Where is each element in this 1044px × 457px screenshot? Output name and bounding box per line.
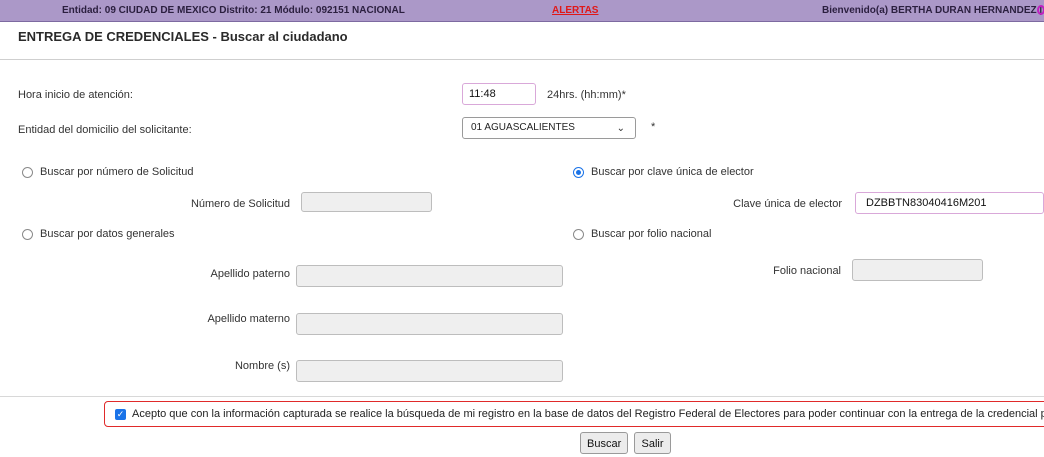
search-datos-label: Buscar por datos generales — [40, 228, 175, 240]
apellido-materno-label: Apellido materno — [207, 313, 290, 325]
folio-nacional-label: Folio nacional — [773, 265, 841, 277]
apellido-paterno-label: Apellido paterno — [210, 268, 290, 280]
consent-checkbox[interactable]: ✓ — [115, 409, 126, 420]
radio-search-folio[interactable] — [573, 229, 584, 240]
nombre-input[interactable] — [296, 360, 563, 382]
search-folio-label: Buscar por folio nacional — [591, 228, 712, 240]
nombre-label: Nombre (s) — [234, 360, 290, 372]
entidad-label: Entidad del domicilio del solicitante: — [18, 124, 192, 136]
entidad-select[interactable]: 01 AGUASCALIENTES ⌄ — [462, 117, 636, 139]
title-divider — [0, 59, 1044, 60]
search-solicitud-label: Buscar por número de Solicitud — [40, 166, 194, 178]
radio-search-solicitud[interactable] — [22, 167, 33, 178]
radio-search-datos[interactable] — [22, 229, 33, 240]
consent-box: ✓ Acepto que con la información capturad… — [104, 401, 1044, 427]
logout-icon[interactable] — [1037, 5, 1044, 15]
buscar-button[interactable]: Buscar — [580, 432, 628, 454]
clave-elector-label: Clave única de elector — [733, 198, 842, 210]
top-header-bar: Entidad: 09 CIUDAD DE MEXICO Distrito: 2… — [0, 0, 1044, 22]
search-clave-label: Buscar por clave única de elector — [591, 166, 754, 178]
welcome-user: Bienvenido(a) BERTHA DURAN HERNANDEZ | — [822, 5, 1043, 16]
alerts-link[interactable]: ALERTAS — [552, 5, 598, 16]
consent-text: Acepto que con la información capturada … — [132, 408, 1044, 420]
hora-format-hint: 24hrs. (hh:mm)* — [547, 89, 626, 101]
apellido-materno-input[interactable] — [296, 313, 563, 335]
folio-nacional-input[interactable] — [852, 259, 983, 281]
page-title: ENTREGA DE CREDENCIALES - Buscar al ciud… — [18, 29, 348, 44]
hora-inicio-input[interactable] — [462, 83, 536, 105]
location-info: Entidad: 09 CIUDAD DE MEXICO Distrito: 2… — [62, 5, 405, 16]
numero-solicitud-label: Número de Solicitud — [190, 198, 290, 210]
entidad-select-value: 01 AGUASCALIENTES — [471, 122, 575, 133]
apellido-paterno-input[interactable] — [296, 265, 563, 287]
hora-inicio-label: Hora inicio de atención: — [18, 89, 133, 101]
radio-search-clave[interactable] — [573, 167, 584, 178]
salir-button[interactable]: Salir — [634, 432, 671, 454]
entidad-required-mark: * — [651, 121, 656, 133]
numero-solicitud-input[interactable] — [301, 192, 432, 212]
chevron-down-icon: ⌄ — [616, 123, 625, 134]
form-divider — [0, 396, 1044, 397]
clave-elector-input[interactable] — [855, 192, 1044, 214]
